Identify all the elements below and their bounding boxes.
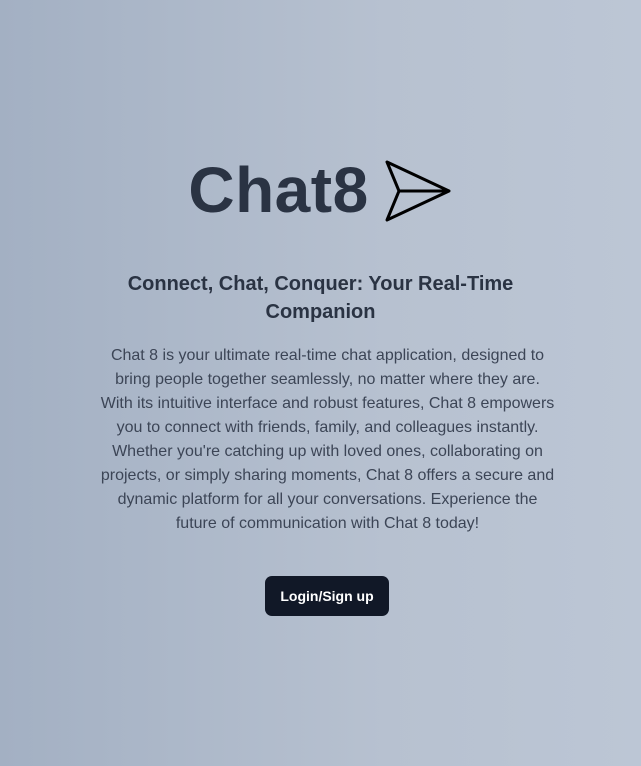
app-description: Chat 8 is your ultimate real-time chat a… (100, 347, 555, 532)
app-title: Chat8 (188, 154, 369, 226)
brand-header: Chat8 (0, 152, 641, 228)
tagline: Connect, Chat, Conquer: Your Real-Time C… (127, 273, 514, 323)
landing-page: Chat8 Connect, Chat, Conquer: Your Real-… (0, 0, 641, 766)
paper-plane-icon (385, 160, 453, 222)
login-signup-button[interactable]: Login/Sign up (265, 576, 389, 616)
